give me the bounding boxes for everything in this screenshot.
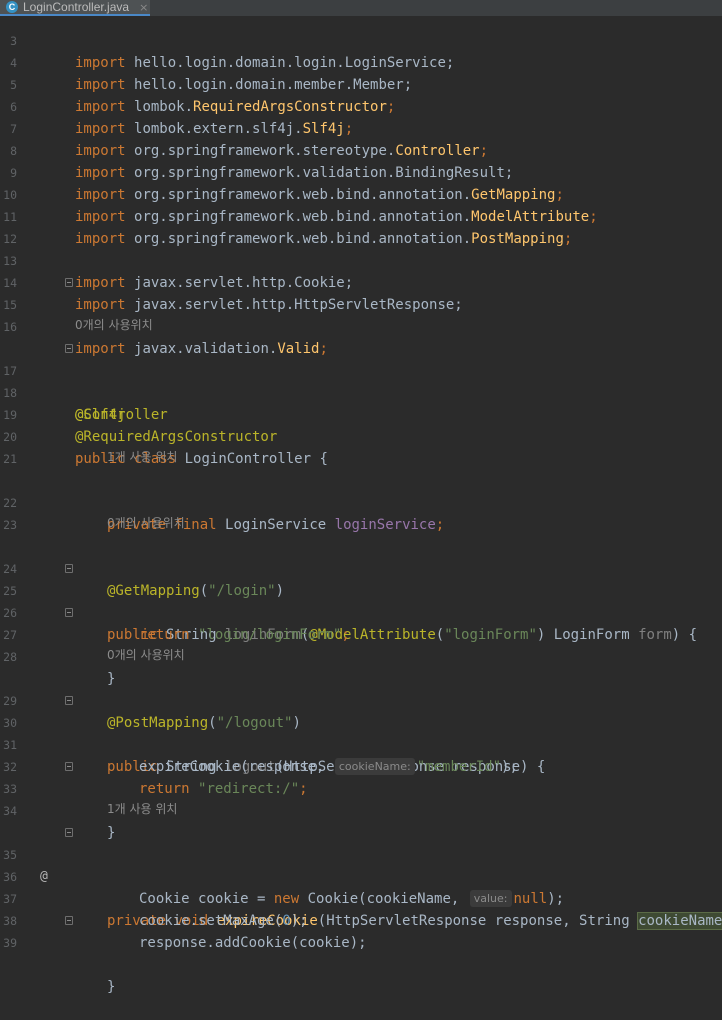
code-line: 18 @Controller [0,360,722,423]
code-line: 14 import javax.servlet.http.HttpServlet… [0,250,722,313]
code-line: 15 import javax.validation.Valid; [0,272,722,357]
fold-icon[interactable] [65,762,73,771]
code-line: 32 return "redirect:/"; [0,734,722,797]
code-line: 39 } [0,910,722,995]
code-line: 8 import org.springframework.validation.… [0,118,722,181]
line-number: 28 [3,650,17,664]
usage-hint[interactable]: 1개 사용 위치 [107,800,177,822]
code-line: 3 import hello.login.domain.login.LoginS… [0,8,722,71]
code-editor[interactable]: 3 import hello.login.domain.login.LoginS… [0,8,722,995]
code-line: 12 [0,206,722,246]
code-line: 26 return "login/loginForm"; [0,580,722,643]
fold-icon[interactable] [65,278,73,287]
line-number: 39 [3,936,17,950]
code-line: 4 import hello.login.domain.member.Membe… [0,30,722,93]
usage-hint[interactable]: 1개 사용 위치 [107,448,177,470]
code-line: 38 response.addCookie(cookie); [0,888,722,951]
code-line: 28 [0,624,722,664]
fold-icon[interactable] [65,608,73,617]
code-line: 36 Cookie cookie = new Cookie(cookieName… [0,844,722,907]
fold-icon[interactable] [65,696,73,705]
code-line: 21 [0,426,722,466]
code-line: 16 [0,294,722,334]
code-line: 29 @PostMapping("/logout") [0,668,722,731]
line-number: 34 [3,804,17,818]
code-line: 17 @Slf4j [0,338,722,423]
code-line: 24 @GetMapping("/login") [0,536,722,599]
code-line: 31 expireCookie(response, cookieName: "me… [0,712,722,775]
code-line: 20 public class LoginController { [0,404,722,467]
code-line: 11 import org.springframework.web.bind.a… [0,184,722,247]
code-line: 25 public String loginForm(@ModelAttribu… [0,558,722,643]
code-line: 13 import javax.servlet.http.Cookie; [0,228,722,291]
code-line: 27 } [0,602,722,687]
code-line: 9 import org.springframework.web.bind.an… [0,140,722,203]
code-line: 30 public String logout(HttpServletRespo… [0,690,722,775]
fold-icon[interactable] [65,916,73,925]
code-line: 7 import org.springframework.stereotype.… [0,96,722,159]
line-number: 16 [3,320,17,334]
fold-icon[interactable] [65,344,73,353]
code-line: 6 import lombok.extern.slf4j.Slf4j; [0,74,722,137]
usage-hint[interactable]: 0개의 사용위치 [107,646,185,668]
code-line: 5 import lombok.RequiredArgsConstructor; [0,52,722,115]
usage-hint[interactable]: 0개의 사용위치 [75,316,153,338]
line-number: 21 [3,452,17,466]
code-line: 19 @RequiredArgsConstructor [0,382,722,445]
code-line: 23 [0,492,722,532]
code-line: 33 } [0,756,722,841]
code-line: 37 cookie.setMaxAge(0); [0,866,722,929]
fold-icon[interactable] [65,564,73,573]
fold-icon[interactable] [65,828,73,837]
code-line: 22 private final LoginService loginServi… [0,470,722,533]
code-line: 35 @ private void expireCookie(HttpServl… [0,822,722,930]
code-line: 10 import org.springframework.web.bind.a… [0,162,722,225]
line-number: 23 [3,518,17,532]
usage-hint[interactable]: 0개의 사용위치 [107,514,185,536]
code-line: 34 [0,778,722,818]
